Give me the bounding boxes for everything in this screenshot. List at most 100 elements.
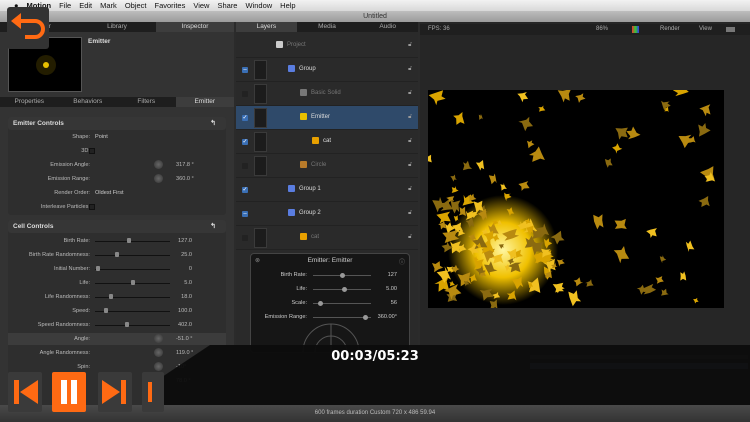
tab-audio[interactable]: Audio [357, 22, 418, 32]
emission-range-value[interactable]: 360.0 ° [176, 176, 194, 182]
slider-thumb[interactable] [124, 322, 129, 327]
slider-thumb[interactable] [96, 266, 101, 271]
menu-mark[interactable]: Mark [100, 1, 117, 10]
slider[interactable] [95, 308, 170, 313]
layer-row[interactable]: Circle 🔓︎ [236, 154, 418, 178]
layer-visibility-checkbox[interactable]: – [242, 67, 248, 73]
hud-slider-thumb[interactable] [342, 287, 348, 292]
lock-icon[interactable]: 🔓︎ [408, 210, 412, 217]
layer-row[interactable]: ✓ Emitter 🔓︎ [236, 106, 418, 130]
hud-slider[interactable] [313, 315, 371, 320]
render-menu[interactable]: Render [660, 26, 680, 32]
layer-visibility-checkbox[interactable] [242, 91, 248, 97]
dial-value[interactable]: -51.0 ° [176, 336, 193, 342]
3d-checkbox[interactable] [89, 148, 95, 154]
lock-icon[interactable]: 🔓︎ [408, 42, 412, 49]
hud-slider-thumb[interactable] [363, 315, 369, 320]
layer-name[interactable]: Circle [311, 162, 326, 168]
tab-inspector[interactable]: Inspector [156, 22, 234, 32]
menu-share[interactable]: Share [217, 1, 237, 10]
layer-visibility-checkbox[interactable]: ✓ [242, 139, 248, 145]
slider-thumb[interactable] [109, 294, 114, 299]
speed-button[interactable] [142, 372, 164, 412]
layer-name[interactable]: Group [299, 66, 316, 72]
info-icon[interactable]: ⓘ [399, 257, 405, 266]
emission-angle-value[interactable]: 317.8 ° [176, 162, 194, 168]
next-button[interactable] [98, 372, 132, 412]
tab-properties[interactable]: Properties [0, 97, 59, 107]
tab-behaviors[interactable]: Behaviors [59, 97, 118, 107]
tab-library[interactable]: Library [78, 22, 156, 32]
slider[interactable] [95, 252, 170, 257]
tab-filters[interactable]: Filters [117, 97, 176, 107]
dial[interactable] [154, 348, 163, 357]
slider-thumb[interactable] [130, 280, 135, 285]
layer-visibility-checkbox[interactable] [242, 163, 248, 169]
slider[interactable] [95, 280, 170, 285]
menu-file[interactable]: File [59, 1, 71, 10]
slider[interactable] [95, 238, 170, 243]
lock-icon[interactable]: 🔓︎ [408, 162, 412, 169]
slider-value[interactable]: 18.0 [181, 294, 192, 300]
menu-view[interactable]: View [193, 1, 209, 10]
layer-name[interactable]: Basic Solid [311, 90, 341, 96]
close-icon[interactable]: ⊗ [255, 257, 260, 264]
layer-visibility-checkbox[interactable] [242, 235, 248, 241]
render-order-select[interactable]: Oldest First [95, 190, 124, 196]
slider-value[interactable]: 25.0 [181, 252, 192, 258]
reset-icon[interactable]: ↰ [210, 220, 216, 233]
previous-button[interactable] [8, 372, 42, 412]
menu-help[interactable]: Help [280, 1, 295, 10]
hud-value[interactable]: 56 [391, 300, 397, 306]
slider-value[interactable]: 127.0 [178, 238, 192, 244]
menu-window[interactable]: Window [245, 1, 272, 10]
lock-icon[interactable]: 🔓︎ [408, 90, 412, 97]
layer-row[interactable]: Basic Solid 🔓︎ [236, 82, 418, 106]
slider-value[interactable]: 402.0 [178, 322, 192, 328]
hud-slider[interactable] [313, 273, 371, 278]
tab-layers[interactable]: Layers [236, 22, 297, 32]
lock-icon[interactable]: 🔓︎ [408, 138, 412, 145]
layer-row[interactable]: – Group 🔓︎ [236, 58, 418, 82]
shape-select[interactable]: Point [95, 134, 108, 140]
lock-icon[interactable]: 🔓︎ [408, 66, 412, 73]
menu-edit[interactable]: Edit [79, 1, 92, 10]
layer-row[interactable]: ✓ cat 🔓︎ [236, 130, 418, 154]
layer-name[interactable]: cat [323, 138, 331, 144]
back-button[interactable] [7, 7, 49, 49]
hud-slider-thumb[interactable] [318, 301, 324, 306]
lock-icon[interactable]: 🔓︎ [408, 234, 412, 241]
layer-name[interactable]: Group 1 [299, 186, 321, 192]
dial-value[interactable]: 119.0 ° [176, 350, 193, 356]
dial[interactable] [154, 334, 163, 343]
hud-value[interactable]: 127 [388, 272, 397, 278]
slider-thumb[interactable] [114, 252, 119, 257]
layout-icon[interactable] [726, 27, 735, 32]
slider[interactable] [95, 294, 170, 299]
view-menu[interactable]: View [699, 26, 712, 32]
layer-visibility-checkbox[interactable]: ✓ [242, 187, 248, 193]
layer-visibility-checkbox[interactable]: ✓ [242, 115, 248, 121]
dial[interactable] [154, 362, 163, 371]
slider-thumb[interactable] [126, 238, 131, 243]
color-channels-icon[interactable] [632, 26, 639, 33]
layer-row[interactable]: Project 🔓︎ [236, 34, 418, 58]
slider-value[interactable]: 5.0 [184, 280, 192, 286]
hud-slider[interactable] [313, 287, 371, 292]
tab-media[interactable]: Media [297, 22, 358, 32]
hud-slider-thumb[interactable] [339, 273, 345, 278]
pause-button[interactable] [52, 372, 86, 412]
menu-object[interactable]: Object [125, 1, 147, 10]
slider[interactable] [95, 266, 170, 271]
layer-name[interactable]: cat [311, 234, 319, 240]
hud-slider[interactable] [313, 301, 371, 306]
interleave-checkbox[interactable] [89, 204, 95, 210]
slider-thumb[interactable] [104, 308, 109, 313]
lock-icon[interactable]: 🔓︎ [408, 186, 412, 193]
emission-angle-dial[interactable] [154, 160, 163, 169]
slider[interactable] [95, 322, 170, 327]
menu-favorites[interactable]: Favorites [155, 1, 186, 10]
zoom-menu[interactable]: 86% [596, 26, 608, 32]
lock-icon[interactable]: 🔓︎ [408, 114, 412, 121]
emission-range-dial[interactable] [154, 174, 163, 183]
